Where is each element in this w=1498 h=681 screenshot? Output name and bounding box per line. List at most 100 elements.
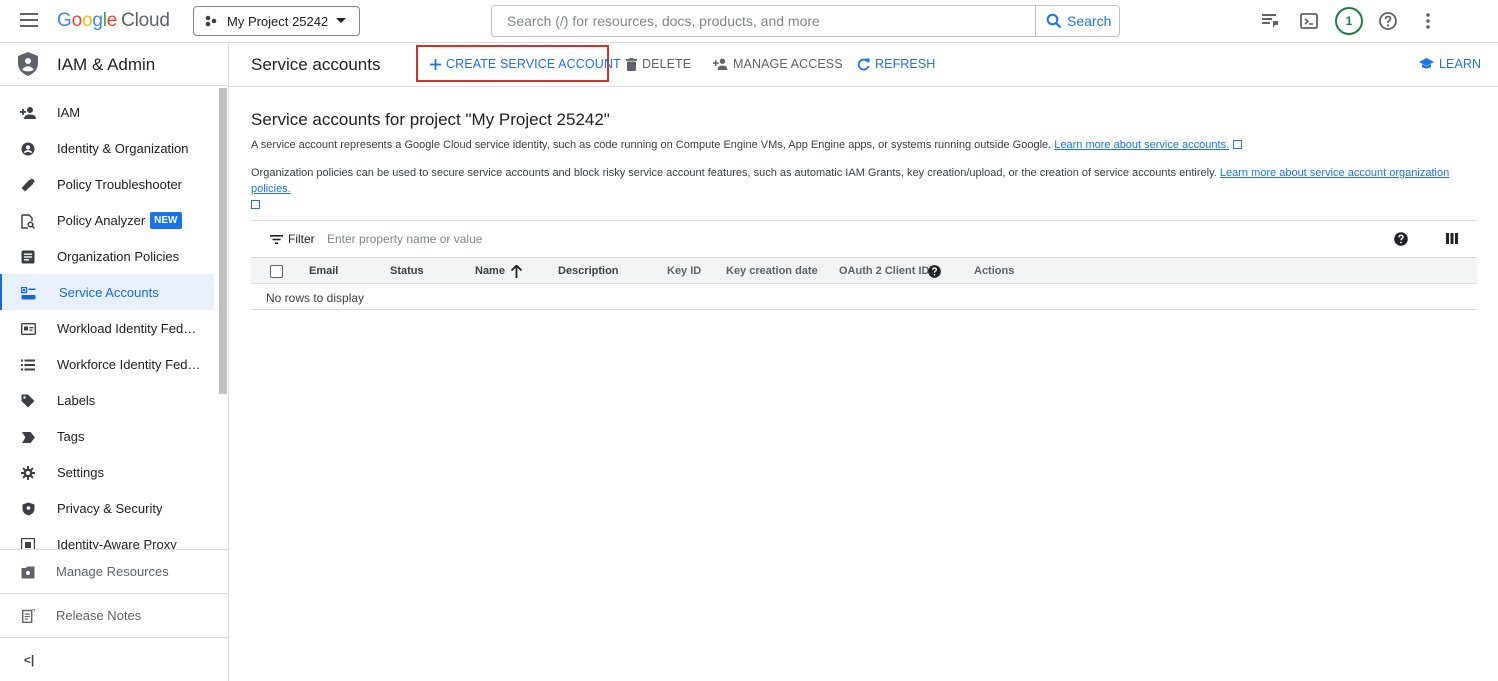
sidebar-item-iam[interactable]: IAM [0, 94, 214, 130]
cloud-shell-icon[interactable] [1299, 11, 1319, 31]
sidebar-item-service-accounts[interactable]: Service Accounts [0, 274, 214, 310]
project-dots-icon [205, 15, 217, 27]
feedback-icon[interactable] [1260, 11, 1280, 31]
google-cloud-logo[interactable]: Google Cloud [57, 10, 170, 32]
person-add-icon [20, 105, 36, 121]
filter-bar: Filter Enter property name or value [251, 220, 1477, 257]
notification-badge[interactable]: 1 [1335, 7, 1363, 35]
iap-icon [20, 537, 36, 549]
learn-button[interactable]: LEARN [1419, 57, 1481, 71]
sidebar-item-workforce-identity-federation[interactable]: Workforce Identity Federation [0, 346, 214, 382]
manage-resources-link[interactable]: Manage Resources [0, 549, 228, 593]
project-name: My Project 25242 [227, 13, 329, 29]
help-circle-icon[interactable] [928, 265, 941, 278]
manage-resources-label: Manage Resources [56, 564, 169, 579]
sidebar-item-policy-analyzer[interactable]: Policy Analyzer NEW [0, 202, 214, 238]
external-link-icon [1233, 140, 1243, 149]
section-heading: Service accounts for project "My Project… [251, 110, 610, 129]
sidebar-item-label: Service Accounts [59, 284, 159, 300]
column-email[interactable]: Email [309, 265, 338, 277]
search-button[interactable]: Search [1035, 5, 1120, 37]
sidebar-item-label: Tags [57, 428, 85, 444]
select-all-checkbox[interactable] [270, 265, 283, 278]
label-arrow-icon [20, 429, 36, 445]
filter-label: Filter [288, 232, 315, 246]
sidebar: IAM & Admin IAM Identity & Organization … [0, 43, 229, 681]
sidebar-item-label: Privacy & Security [57, 500, 163, 516]
sort-up-arrow-icon[interactable] [511, 265, 522, 278]
sidebar-scrollbar[interactable] [219, 88, 227, 394]
sidebar-item-label: IAM [57, 104, 81, 120]
table-empty-row: No rows to display [251, 284, 1477, 310]
sidebar-item-settings[interactable]: Settings [0, 454, 214, 490]
sidebar-item-label: Workforce Identity Federation [57, 356, 202, 372]
sidebar-item-workload-identity-federation[interactable]: Workload Identity Federation [0, 310, 214, 346]
search-button-label: Search [1067, 13, 1112, 29]
refresh-button[interactable]: REFRESH [857, 57, 935, 71]
school-icon [1419, 58, 1434, 69]
description-2: Organization policies can be used to sec… [251, 165, 1477, 213]
project-picker[interactable]: My Project 25242 [193, 6, 360, 36]
create-service-account-button[interactable]: CREATE SERVICE ACCOUNT [430, 57, 621, 71]
action-bar: Service accounts CREATE SERVICE ACCOUNT … [229, 43, 1498, 87]
collapse-sidebar-button[interactable]: <| [0, 637, 228, 681]
filter-input[interactable]: Enter property name or value [327, 232, 482, 246]
gear-icon [20, 465, 36, 481]
refresh-icon [857, 58, 870, 70]
help-circle-icon[interactable] [1394, 232, 1408, 246]
iam-shield-icon [18, 52, 38, 76]
delete-button[interactable]: DELETE [626, 57, 691, 71]
column-actions: Actions [974, 265, 1015, 277]
more-vert-icon[interactable] [1418, 11, 1438, 31]
search-input[interactable]: Search (/) for resources, docs, products… [491, 5, 1036, 37]
id-card-icon [20, 321, 36, 337]
learn-label: LEARN [1439, 57, 1482, 71]
column-key-id: Key ID [667, 265, 702, 277]
help-icon[interactable] [1378, 11, 1398, 31]
sidebar-item-label: Labels [57, 392, 96, 408]
description-2-text: Organization policies can be used to sec… [251, 167, 1217, 179]
sidebar-nav: IAM Identity & Organization Policy Troub… [0, 94, 228, 549]
column-status[interactable]: Status [390, 265, 424, 277]
sidebar-item-organization-policies[interactable]: Organization Policies [0, 238, 214, 274]
column-name[interactable]: Name [475, 265, 505, 277]
manage-access-button[interactable]: MANAGE ACCESS [713, 57, 843, 71]
release-notes-link[interactable]: Release Notes [0, 593, 228, 637]
sidebar-item-identity-organization[interactable]: Identity & Organization [0, 130, 214, 166]
product-header: IAM & Admin [0, 43, 228, 86]
sidebar-item-label: Policy Troubleshooter [57, 176, 183, 192]
column-key-creation-date: Key creation date [726, 265, 818, 277]
column-display-icon[interactable] [1446, 233, 1458, 244]
plus-icon [430, 58, 441, 70]
sidebar-item-identity-aware-proxy[interactable]: Identity-Aware Proxy [0, 526, 214, 549]
sidebar-item-label: Workload Identity Federation [57, 320, 202, 336]
sidebar-item-label: Settings [57, 464, 104, 480]
description-1: A service account represents a Google Cl… [251, 137, 1477, 153]
list-icon [20, 357, 36, 373]
empty-message: No rows to display [266, 291, 365, 305]
column-description[interactable]: Description [558, 265, 619, 277]
list-doc-icon [20, 249, 36, 265]
page-title: Service accounts [251, 55, 381, 74]
top-bar: Google Cloud My Project 25242 Search (/) … [0, 0, 1498, 43]
sidebar-item-label: Policy Analyzer [57, 212, 146, 228]
tag-icon [20, 393, 36, 409]
doc-search-icon [20, 213, 36, 229]
sidebar-item-privacy-security[interactable]: Privacy & Security [0, 490, 214, 526]
collapse-icon: <| [23, 653, 35, 667]
learn-more-service-accounts-link[interactable]: Learn more about service accounts. [1054, 139, 1229, 151]
search-icon [1046, 13, 1062, 29]
main-content: Service accounts for project "My Project… [229, 88, 1498, 681]
account-circle-icon [20, 141, 36, 157]
logo-cloud-text: Cloud [121, 10, 170, 31]
sidebar-item-tags[interactable]: Tags [0, 418, 214, 454]
sidebar-item-labels[interactable]: Labels [0, 382, 214, 418]
service-accounts-table: Filter Enter property name or value Emai… [251, 220, 1477, 310]
sidebar-item-label: Organization Policies [57, 248, 180, 264]
table-header: Email Status Name Description Key ID Key… [251, 257, 1477, 284]
column-oauth-client-id: OAuth 2 Client ID [839, 265, 930, 277]
wrench-icon [20, 177, 36, 193]
service-account-icon [20, 285, 36, 301]
sidebar-item-policy-troubleshooter[interactable]: Policy Troubleshooter [0, 166, 214, 202]
menu-icon[interactable] [20, 13, 38, 27]
